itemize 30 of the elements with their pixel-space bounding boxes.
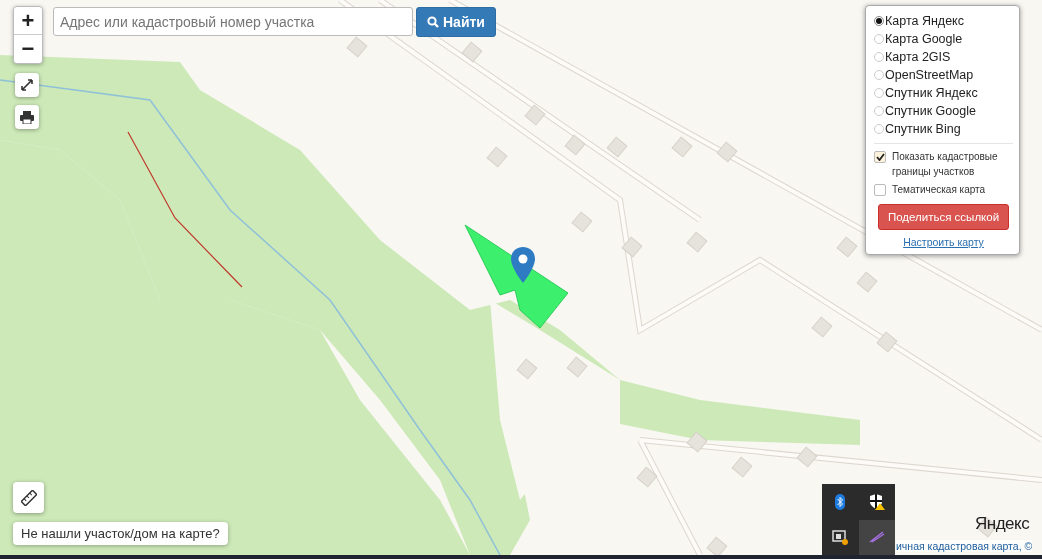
search-button[interactable]: Найти [416, 7, 496, 37]
map-drawing[interactable] [0, 0, 1042, 555]
zoom-in-button[interactable]: + [14, 7, 42, 35]
search-icon [427, 16, 439, 28]
map-type-option[interactable]: Спутник Google [874, 102, 1013, 120]
ruler-icon [20, 489, 37, 506]
checkbox[interactable] [874, 184, 886, 196]
fullscreen-button[interactable] [15, 73, 39, 97]
radio-button[interactable] [874, 16, 884, 26]
ruler-button[interactable] [13, 482, 44, 513]
printer-icon [20, 110, 34, 124]
configure-map-link[interactable]: Настроить карту [874, 236, 1013, 248]
map-type-option[interactable]: Спутник Bing [874, 120, 1013, 138]
expand-icon [21, 79, 33, 91]
map-logo: Яндекс [975, 514, 1030, 534]
map-type-option[interactable]: Карта 2GIS [874, 48, 1013, 66]
search-field[interactable]: Адрес или кадастровый номер участка [53, 7, 413, 36]
location-pin-icon[interactable] [511, 247, 535, 283]
checkbox-label[interactable]: Показать кадастровые границы участков [892, 149, 1013, 179]
print-button[interactable] [15, 105, 39, 129]
map-type-option[interactable]: OpenStreetMap [874, 66, 1013, 84]
map-type-option[interactable]: Карта Яндекс [874, 12, 1013, 30]
checkbox[interactable] [874, 151, 886, 163]
not-found-button[interactable]: Не нашли участок/дом на карте? [13, 522, 228, 545]
checkbox-label[interactable]: Тематическая карта [892, 182, 986, 197]
zoom-out-button[interactable]: − [14, 35, 42, 63]
share-link-button[interactable]: Поделиться ссылкой [877, 204, 1010, 230]
map-type-option[interactable]: Карта Google [874, 30, 1013, 48]
map-attribution: ичная кадастровая карта, © [896, 540, 1033, 552]
map-type-option[interactable]: Спутник Яндекс [874, 84, 1013, 102]
